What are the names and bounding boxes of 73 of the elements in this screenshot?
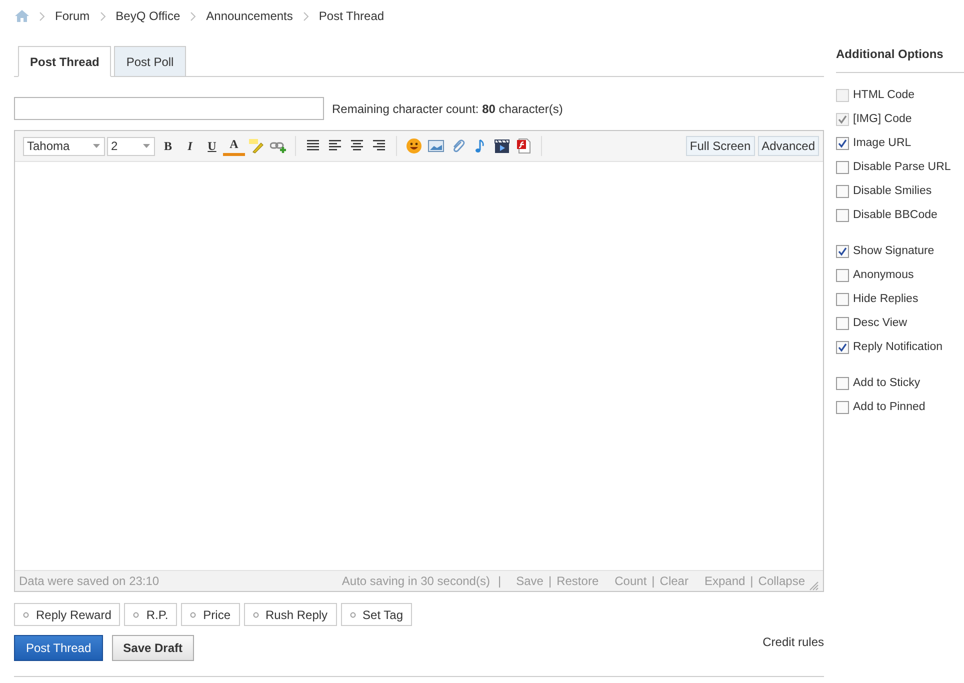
highlighter-icon[interactable] [248, 138, 264, 154]
font-select[interactable]: Tahoma [23, 136, 105, 156]
circle-icon [133, 612, 140, 618]
breadcrumb-link[interactable]: Announcements [206, 9, 293, 23]
option-label: Image URL [853, 137, 912, 149]
tab[interactable]: Post Poll [114, 46, 186, 77]
checkbox[interactable] [836, 184, 849, 198]
option-label: [IMG] Code [853, 113, 912, 125]
option-label: Hide Replies [853, 293, 918, 305]
save-status: Data were saved on 23:10 [19, 574, 160, 588]
checkbox[interactable] [836, 160, 849, 174]
checkbox[interactable] [836, 400, 849, 414]
extra-option-button[interactable]: Set Tag [340, 603, 412, 626]
checkbox[interactable] [836, 208, 849, 222]
option-label: HTML Code [853, 89, 915, 101]
chevron-icon [100, 12, 106, 20]
breadcrumb-current[interactable]: Post Thread [318, 9, 384, 23]
breadcrumb-link[interactable]: Forum [55, 9, 90, 23]
home-icon[interactable] [15, 10, 29, 22]
format-button[interactable]: A [223, 136, 245, 156]
caret-icon[interactable] [143, 144, 150, 148]
circle-icon [252, 612, 259, 618]
separator: | [498, 574, 502, 588]
format-button[interactable]: B [157, 136, 179, 156]
save-draft-button[interactable]: Save Draft [112, 635, 194, 661]
checkbox[interactable] [836, 340, 849, 354]
option-label: Reply Notification [853, 341, 942, 353]
option-label: Disable Parse URL [853, 161, 951, 173]
checkbox[interactable] [836, 376, 849, 390]
checkbox[interactable] [836, 136, 849, 150]
separator: | [750, 574, 754, 588]
smiley-icon[interactable] [406, 138, 422, 154]
extra-option-button[interactable]: Reply Reward [14, 603, 120, 626]
circle-icon [23, 612, 29, 618]
extra-option-button[interactable]: Rush Reply [244, 603, 337, 626]
resize-grip-icon[interactable] [809, 581, 819, 591]
image-icon[interactable] [428, 138, 444, 154]
chevron-icon [190, 12, 196, 20]
option-label: Anonymous [853, 269, 914, 281]
format-button[interactable]: I [179, 136, 201, 156]
post-thread-button[interactable]: Post Thread [14, 635, 104, 661]
auto-save-status: Auto saving in 30 second(s) [342, 574, 490, 588]
option-label: Add to Pinned [853, 401, 926, 413]
circle-icon [350, 612, 356, 618]
checkbox[interactable] [836, 244, 849, 258]
tab[interactable]: Post Thread [18, 46, 112, 77]
full-screen-button[interactable]: Full Screen [686, 136, 755, 156]
title-field[interactable] [14, 97, 324, 120]
checkbox[interactable] [836, 292, 849, 306]
character-count: Remaining character count: 80 character(s) [332, 102, 563, 116]
format-button[interactable]: U [201, 136, 223, 156]
chevron-icon [302, 12, 309, 20]
option-label: Disable Smilies [853, 185, 932, 197]
option-label: Show Signature [853, 245, 934, 257]
advanced-button[interactable]: Advanced [758, 136, 819, 156]
video-icon[interactable] [494, 138, 510, 154]
separator: | [548, 574, 552, 588]
circle-icon [190, 612, 196, 618]
breadcrumb-link[interactable]: BeyQ Office [116, 9, 180, 23]
option-label: Desc View [853, 317, 908, 329]
flash-file-icon[interactable] [516, 138, 532, 154]
option-label: Disable BBCode [853, 209, 938, 221]
extra-option-button[interactable]: Price [181, 603, 240, 626]
option-label: Add to Sticky [853, 377, 920, 389]
extra-option-button[interactable]: R.P. [124, 603, 178, 626]
checkbox[interactable] [836, 268, 849, 282]
credit-rules-link[interactable]: Credit rules [762, 635, 824, 649]
chevron-icon [39, 12, 45, 20]
caret-icon[interactable] [93, 144, 100, 148]
checkbox[interactable] [836, 316, 849, 330]
size-select[interactable]: 2 [107, 136, 155, 156]
sidebar-title: Additional Options [836, 47, 964, 73]
separator: | [652, 574, 655, 588]
